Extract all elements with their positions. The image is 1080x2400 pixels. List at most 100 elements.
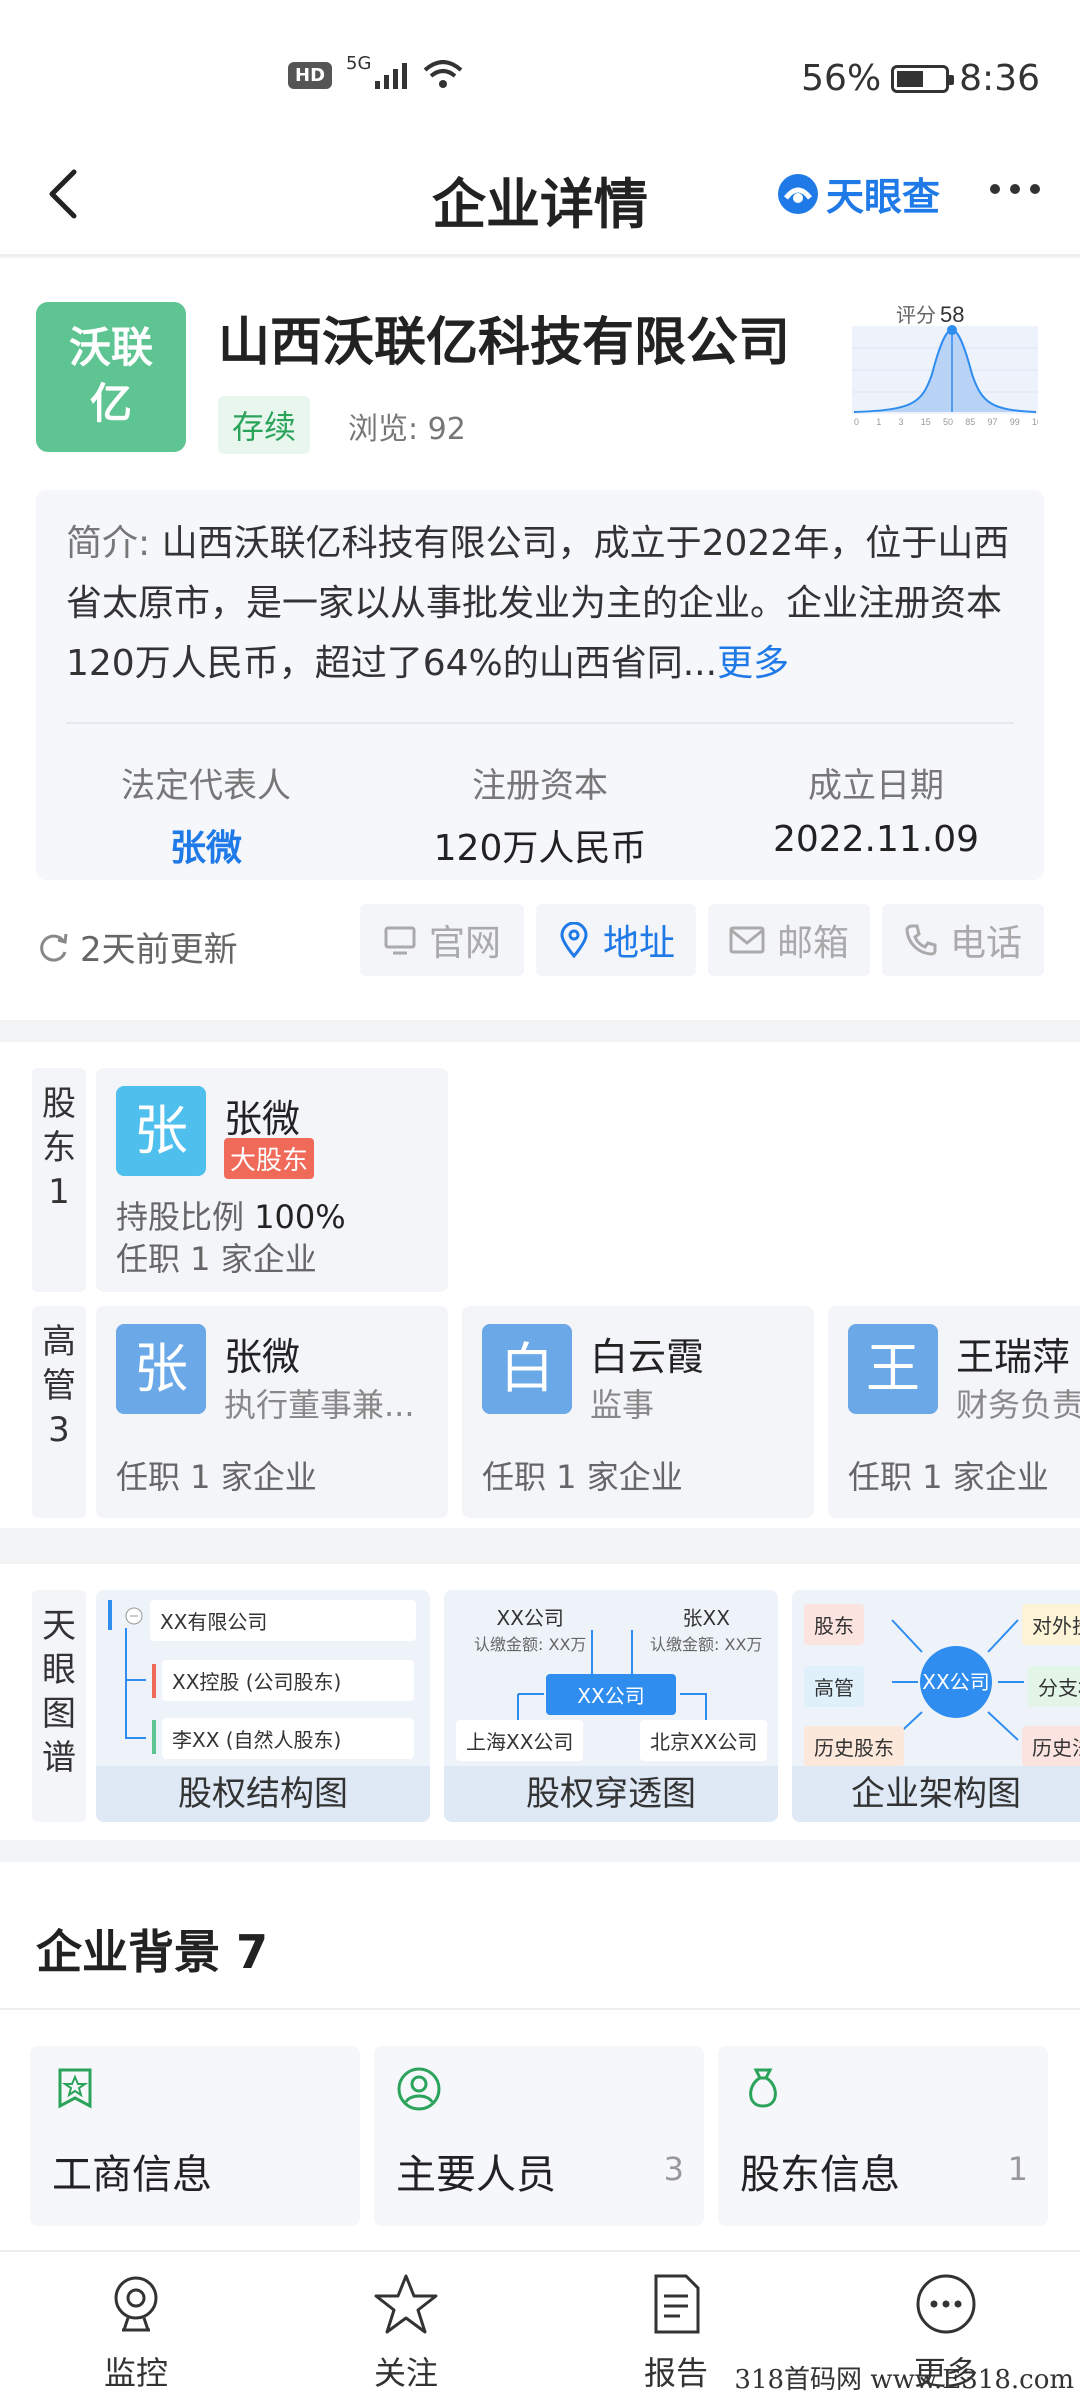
status-badge: 存续 xyxy=(218,396,311,454)
executive-card[interactable]: 王 王瑞萍 财务负责 任职 1 家企业 xyxy=(828,1306,1080,1518)
chart-node-amount: 认缴金额: XX万 xyxy=(650,1635,763,1654)
score-tick-label: 1 xyxy=(876,417,881,427)
key-personnel-tile[interactable]: 主要人员 3 xyxy=(374,2046,704,2226)
shareholder-card[interactable]: 张 张微 大股东 持股比例 100% 任职 1 家企业 xyxy=(96,1068,448,1292)
shareholder-name: 张微 xyxy=(224,1097,301,1141)
divider xyxy=(66,722,1014,724)
registered-capital: 注册资本 120万人民币 xyxy=(390,758,690,871)
watermark: 318首码网 www.E318.com xyxy=(734,2365,1074,2395)
legal-rep-label: 法定代表人 xyxy=(121,766,291,806)
more-icon xyxy=(916,2274,976,2334)
update-info[interactable]: 2天前更新 xyxy=(36,922,238,971)
enterprise-structure-card[interactable]: 股东 高管 历史股东 XX公司 对外投 分支机 历史法 企业架构图 xyxy=(792,1590,1080,1822)
status-right: 56% 8:36 xyxy=(801,58,1040,99)
nav-follow[interactable]: 关注 xyxy=(326,2272,486,2394)
executive-role: 监事 xyxy=(590,1386,655,1424)
website-label: 官网 xyxy=(428,923,501,964)
graph-label: 天眼图谱 xyxy=(32,1590,86,1822)
equity-structure-card[interactable]: XX有限公司 XX控股 (公司股东) 李XX (自然人股东) 股权结构图 xyxy=(96,1590,430,1822)
address-button[interactable]: 地址 xyxy=(536,904,696,976)
chart-node: 对外投 xyxy=(1022,1604,1080,1645)
nav-label: 监控 xyxy=(103,2354,168,2392)
executive-name: 张微 xyxy=(224,1335,301,1379)
avatar: 王 xyxy=(848,1324,938,1414)
chart-node: 高管 xyxy=(804,1666,864,1707)
brand-name: 天眼查 xyxy=(826,175,941,219)
tile-name: 股东信息 xyxy=(740,2152,900,2198)
equity-penetration-caption: 股权穿透图 xyxy=(444,1766,778,1822)
company-card: 沃联 亿 山西沃联亿科技有限公司 存续 浏览: 92 评分 58 0 1 3 15 50… xyxy=(0,258,1080,1020)
email-button[interactable]: 邮箱 xyxy=(708,904,870,976)
more-menu-icon[interactable] xyxy=(990,184,1040,194)
equity-penetration-card[interactable]: XX公司 认缴金额: XX万 张XX 认缴金额: XX万 XX公司 上海XX公司… xyxy=(444,1590,778,1822)
monitor-icon xyxy=(384,926,416,955)
executive-role: 执行董事兼... xyxy=(224,1386,415,1424)
intro-more-link[interactable]: 更多 xyxy=(717,643,789,684)
executive-jobs: 任职 1 家企业 xyxy=(848,1458,1049,1496)
location-icon xyxy=(560,922,588,958)
intro-label: 简介: xyxy=(66,523,151,564)
nav-label: 关注 xyxy=(373,2354,438,2392)
view-count: 浏览: 92 xyxy=(348,412,466,447)
tile-count: 1 xyxy=(1007,2150,1028,2188)
hd-badge: HD xyxy=(288,61,333,89)
score-tick-label: 97 xyxy=(988,417,998,427)
executive-jobs: 任职 1 家企业 xyxy=(116,1458,317,1496)
chart-node: XX公司 xyxy=(546,1674,676,1715)
shareholder-info-tile[interactable]: 股东信息 1 xyxy=(718,2046,1048,2226)
company-name: 山西沃联亿科技有限公司 xyxy=(218,313,791,373)
website-button[interactable]: 官网 xyxy=(360,904,524,976)
bottom-nav: 监控 关注 报告 更多 318首码网 www.E318.com xyxy=(0,2250,1080,2400)
chart-node-name: 张XX xyxy=(682,1606,730,1630)
score-chart[interactable]: 评分 58 0 1 3 15 50 85 97 99 100 xyxy=(852,304,1038,428)
refresh-icon xyxy=(40,933,68,962)
network-type: 5G xyxy=(346,52,372,74)
executive-card[interactable]: 张 张微 执行董事兼... 任职 1 家企业 xyxy=(96,1306,448,1518)
capital-label: 注册资本 xyxy=(472,766,608,806)
score-tick-label: 0 xyxy=(854,417,859,427)
executives-label[interactable]: 高管3 xyxy=(32,1306,86,1518)
avatar: 白 xyxy=(482,1324,572,1414)
divider xyxy=(0,2008,1080,2010)
business-info-tile[interactable]: 工商信息 xyxy=(30,2046,360,2226)
chart-node: 上海XX公司 xyxy=(456,1720,584,1761)
star-icon xyxy=(374,2274,438,2334)
nav-report[interactable]: 报告 xyxy=(596,2272,756,2394)
address-label: 地址 xyxy=(602,923,675,964)
section-title: 企业背景 7 xyxy=(36,1925,269,1979)
executive-jobs: 任职 1 家企业 xyxy=(482,1458,683,1496)
share-ratio-value: 100% xyxy=(254,1198,346,1236)
intro-text: 简介: 山西沃联亿科技有限公司，成立于2022年，位于山西省太原市，是一家以从事… xyxy=(66,514,1016,694)
chart-node: 张XX 认缴金额: XX万 xyxy=(640,1596,772,1661)
phone-icon xyxy=(905,924,937,956)
tile-name: 工商信息 xyxy=(52,2152,212,2198)
user-circle-icon xyxy=(397,2067,441,2111)
people-section: 股东1 张 张微 大股东 持股比例 100% 任职 1 家企业 高管3 张 张微… xyxy=(0,1042,1080,1528)
intro-body: 山西沃联亿科技有限公司，成立于2022年，位于山西省太原市，是一家以从事批发业为… xyxy=(66,523,1010,684)
chart-node-name: XX公司 xyxy=(496,1606,564,1630)
founded-date: 成立日期 2022.11.09 xyxy=(726,758,1026,860)
battery-percent: 56% xyxy=(801,58,882,99)
status-bar: HD 5G 56% 8:36 xyxy=(0,0,1080,140)
phone-button[interactable]: 电话 xyxy=(882,904,1044,976)
company-logo-line1: 沃联 xyxy=(68,323,153,372)
major-shareholder-badge: 大股东 xyxy=(224,1138,315,1179)
chart-node: XX有限公司 xyxy=(150,1600,416,1641)
executive-card[interactable]: 白 白云霞 监事 任职 1 家企业 xyxy=(462,1306,814,1518)
shareholder-jobs: 任职 1 家企业 xyxy=(116,1240,317,1278)
score-tick-label: 99 xyxy=(1010,417,1020,427)
shareholders-label[interactable]: 股东1 xyxy=(32,1068,86,1292)
update-text: 2天前更新 xyxy=(80,930,238,970)
score-tick-label: 50 xyxy=(943,417,953,427)
company-logo-line2: 亿 xyxy=(89,379,132,428)
chart-node: XX控股 (公司股东) xyxy=(162,1660,414,1701)
nav-monitor[interactable]: 监控 xyxy=(56,2272,216,2394)
chart-node: 历史股东 xyxy=(804,1726,904,1767)
tianyancha-logo-icon xyxy=(778,173,818,214)
score-value: 58 xyxy=(940,304,964,327)
chart-node: XX公司 认缴金额: XX万 xyxy=(464,1596,596,1661)
app-header: 企业详情 天眼查 xyxy=(0,140,1080,256)
equity-structure-caption: 股权结构图 xyxy=(96,1766,430,1822)
legal-rep: 法定代表人 张微 xyxy=(56,758,356,871)
legal-rep-value[interactable]: 张微 xyxy=(56,819,356,871)
